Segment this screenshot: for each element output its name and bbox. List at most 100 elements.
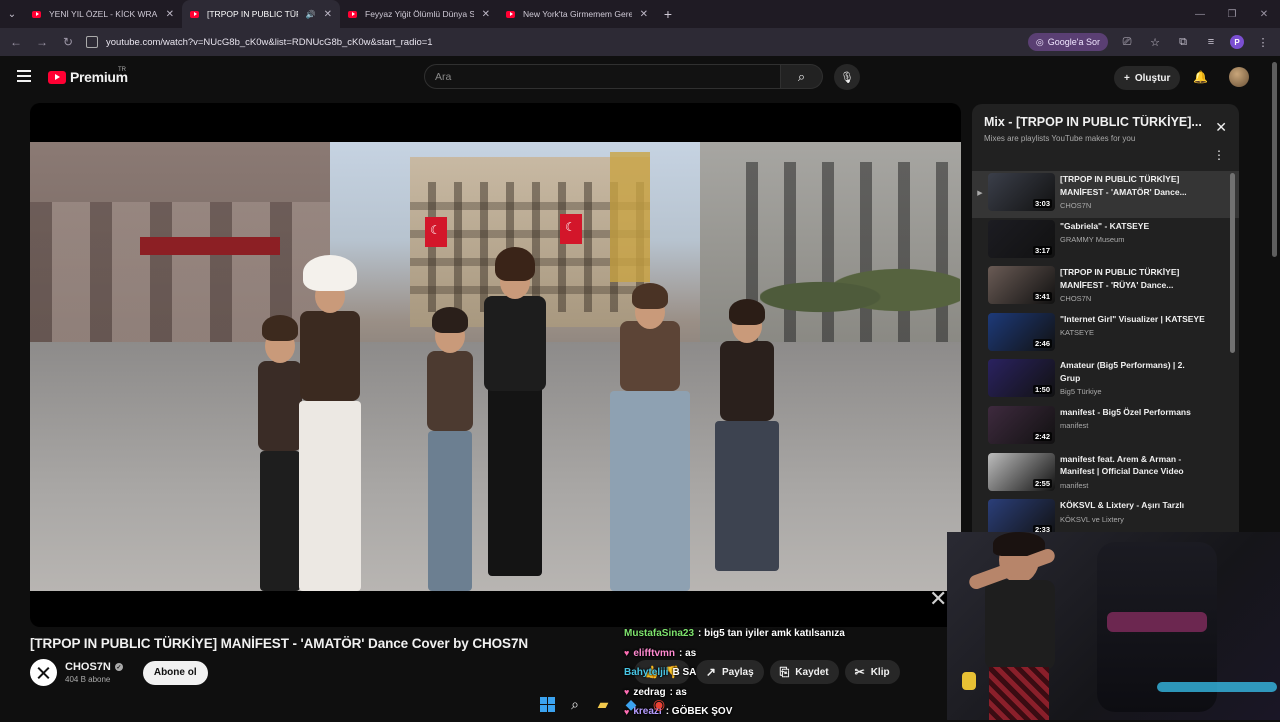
tab-close-icon[interactable]: ✕ — [640, 9, 648, 20]
playlist-item[interactable]: 2:46 "Internet Girl" Visualizer | KATSEYE… — [972, 311, 1239, 358]
bookmark-star-icon[interactable]: ☆ — [1146, 36, 1164, 49]
more-vert-icon[interactable]: ⋮ — [1213, 148, 1225, 162]
create-button[interactable]: + Oluştur — [1114, 66, 1181, 90]
playlist-item-info: manifest - Big5 Özel Performans manifest — [1060, 406, 1205, 431]
youtube-logo-icon — [48, 70, 66, 84]
playlist-item[interactable]: 2:55 manifest feat. Arem & Arman - Manife… — [972, 451, 1239, 498]
youtube-favicon-icon — [348, 10, 357, 18]
extensions-icon[interactable]: ⧉ — [1174, 36, 1192, 49]
overlay-close-icon[interactable]: ✕ — [929, 586, 947, 612]
stream-chat-overlay: MustafaSina23 : big5 tan iyiler amk katı… — [624, 624, 944, 722]
page-scrollbar[interactable] — [1272, 62, 1277, 257]
youtube-favicon-icon — [190, 10, 199, 18]
mix-title[interactable]: Mix - [TRPOP IN PUBLIC TÜRKİYE]... — [984, 115, 1206, 129]
guide-menu-icon[interactable] — [17, 70, 31, 85]
playlist-thumbnail[interactable]: 2:46 — [988, 312, 1055, 351]
search-input[interactable]: Ara — [424, 64, 781, 89]
playlist-item-channel[interactable]: manifest — [1060, 481, 1205, 490]
browser-menu-icon[interactable]: ⋮ — [1254, 36, 1272, 49]
url-field[interactable]: youtube.com/watch?v=NUcG8b_cK0w&list=RDN… — [86, 31, 1018, 53]
playlist-item-channel[interactable]: Big5 Türkiye — [1060, 387, 1205, 396]
minimize-icon[interactable]: — — [1184, 9, 1216, 20]
playlist-item-title[interactable]: manifest feat. Arem & Arman - Manifest |… — [1060, 453, 1205, 478]
new-tab-plus-icon[interactable]: + — [656, 6, 680, 22]
duration-badge: 2:55 — [1032, 478, 1052, 488]
playlist-item-title[interactable]: KÖKSVL & Lixtery - Aşırı Tarzlı — [1060, 499, 1205, 512]
youtube-premium-logo[interactable]: Premium TR — [48, 67, 128, 85]
playlist-item-info: "Internet Girl" Visualizer | KATSEYE KATS… — [1060, 313, 1205, 338]
playlist-scrollbar[interactable] — [1230, 173, 1235, 353]
account-avatar[interactable] — [1229, 67, 1249, 87]
back-arrow-icon[interactable]: ← — [8, 35, 24, 49]
playlist-item[interactable]: 2:33 KÖKSVL & Lixtery - Aşırı Tarzlı KÖKSV… — [972, 497, 1239, 534]
video-player[interactable] — [30, 103, 961, 627]
cast-icon[interactable]: ⎚ — [1118, 36, 1136, 49]
playlist-item-info: KÖKSVL & Lixtery - Aşırı Tarzlı KÖKSVL ve… — [1060, 499, 1205, 524]
chrome-icon[interactable]: ◉ — [649, 694, 669, 714]
playlist-item-title[interactable]: Amateur (Big5 Performans) | 2. Grup — [1060, 359, 1205, 384]
google-ask-button[interactable]: ◎ Google'a Sor — [1027, 33, 1108, 51]
playlist-thumbnail[interactable]: 3:03 — [988, 173, 1055, 211]
playlist-thumbnail[interactable]: 3:17 — [988, 219, 1055, 258]
speaker-icon[interactable]: 🔊 — [306, 10, 316, 19]
playlist-index — [972, 313, 988, 329]
video-title: [TRPOP IN PUBLIC TÜRKİYE] MANİFEST - 'AM… — [30, 636, 529, 651]
playlist-item[interactable]: 2:42 manifest - Big5 Özel Performans manif… — [972, 404, 1239, 451]
playlist-index — [972, 453, 988, 469]
profile-avatar[interactable]: P — [1230, 35, 1244, 49]
playlist-thumbnail[interactable]: 2:33 — [988, 499, 1055, 534]
channel-avatar[interactable] — [30, 659, 57, 686]
tab-close-icon[interactable]: ✕ — [324, 9, 332, 20]
verified-badge-icon: ✓ — [114, 663, 123, 671]
playlist-item-info: manifest feat. Arem & Arman - Manifest |… — [1060, 453, 1205, 490]
playlist-thumbnail[interactable]: 3:41 — [988, 266, 1055, 305]
reload-icon[interactable]: ↻ — [60, 35, 76, 49]
chat-message: : as — [679, 647, 697, 659]
browser-tab-4[interactable]: New York'ta Girmemem Gerek ✕ — [498, 0, 656, 28]
playlist-item-title[interactable]: "Internet Girl" Visualizer | KATSEYE — [1060, 313, 1205, 326]
playlist-item-title[interactable]: "Gabriela" - KATSEYE — [1060, 220, 1205, 233]
playlist-item-channel[interactable]: KATSEYE — [1060, 328, 1205, 337]
tab-close-icon[interactable]: ✕ — [166, 9, 174, 20]
playlist-thumbnail[interactable]: 2:55 — [988, 452, 1055, 491]
file-explorer-icon[interactable]: ▰ — [593, 694, 613, 714]
browser-tab-2-active[interactable]: [TRPOP IN PUBLIC TÜRKİYE] 🔊 ✕ — [182, 0, 340, 28]
search-icon[interactable]: ⌕ — [781, 64, 823, 89]
notifications-bell-icon[interactable]: 🔔 — [1193, 70, 1208, 84]
playlist-thumbnail[interactable]: 1:50 — [988, 359, 1055, 398]
close-icon[interactable]: ✕ — [1215, 119, 1227, 136]
tab-search-icon[interactable]: ⌄ — [0, 0, 24, 28]
playlist-item[interactable]: ▶ 3:03 [TRPOP IN PUBLIC TÜRKİYE] MANİFEST … — [972, 171, 1239, 218]
forward-arrow-icon[interactable]: → — [34, 35, 50, 49]
mix-header: Mix - [TRPOP IN PUBLIC TÜRKİYE]... Mixes… — [972, 104, 1239, 171]
microphone-icon[interactable]: 🎙 — [834, 64, 860, 90]
playlist-item-channel[interactable]: CHOS7N — [1060, 294, 1205, 303]
tab-close-icon[interactable]: ✕ — [482, 9, 490, 20]
create-label: Oluştur — [1134, 72, 1171, 84]
search-icon[interactable]: ⌕ — [565, 694, 585, 714]
browser-tab-1[interactable]: YENİ YIL ÖZEL - KİCK WRAPPED ✕ — [24, 0, 182, 28]
playlist-item[interactable]: 1:50 Amateur (Big5 Performans) | 2. Grup B… — [972, 357, 1239, 404]
site-info-icon[interactable] — [86, 36, 98, 48]
playlist-item-channel[interactable]: GRAMMY Museum — [1060, 235, 1205, 244]
subscribe-button[interactable]: Abone ol — [142, 660, 208, 685]
maximize-icon[interactable]: ❐ — [1216, 9, 1248, 20]
tab-title: New York'ta Girmemem Gerek — [523, 9, 632, 19]
window-close-icon[interactable]: ✕ — [1248, 9, 1280, 20]
playlist-item-channel[interactable]: manifest — [1060, 421, 1205, 430]
playlist-index — [972, 220, 988, 236]
playlist-thumbnail[interactable]: 2:42 — [988, 405, 1055, 444]
playlist-item[interactable]: 3:17 "Gabriela" - KATSEYE GRAMMY Museum — [972, 218, 1239, 265]
playlist-item-title[interactable]: [TRPOP IN PUBLIC TÜRKİYE] MANİFEST - 'RÜ… — [1060, 266, 1205, 291]
app-icon[interactable]: ◆ — [621, 694, 641, 714]
browser-tab-3[interactable]: Feyyaz Yiğit Ölümlü Dünya Sah ✕ — [340, 0, 498, 28]
playlist-item-channel[interactable]: CHOS7N — [1060, 201, 1205, 210]
playlist-item-title[interactable]: [TRPOP IN PUBLIC TÜRKİYE] MANİFEST - 'AM… — [1060, 173, 1205, 198]
media-control-icon[interactable]: ≡ — [1202, 36, 1220, 48]
playlist-item-title[interactable]: manifest - Big5 Özel Performans — [1060, 406, 1205, 419]
channel-name-text: CHOS7N — [65, 661, 111, 673]
windows-start-icon[interactable] — [537, 694, 557, 714]
channel-name[interactable]: CHOS7N ✓ — [65, 661, 123, 673]
playlist-item[interactable]: 3:41 [TRPOP IN PUBLIC TÜRKİYE] MANİFEST -… — [972, 264, 1239, 311]
playlist-item-channel[interactable]: KÖKSVL ve Lixtery — [1060, 515, 1205, 524]
